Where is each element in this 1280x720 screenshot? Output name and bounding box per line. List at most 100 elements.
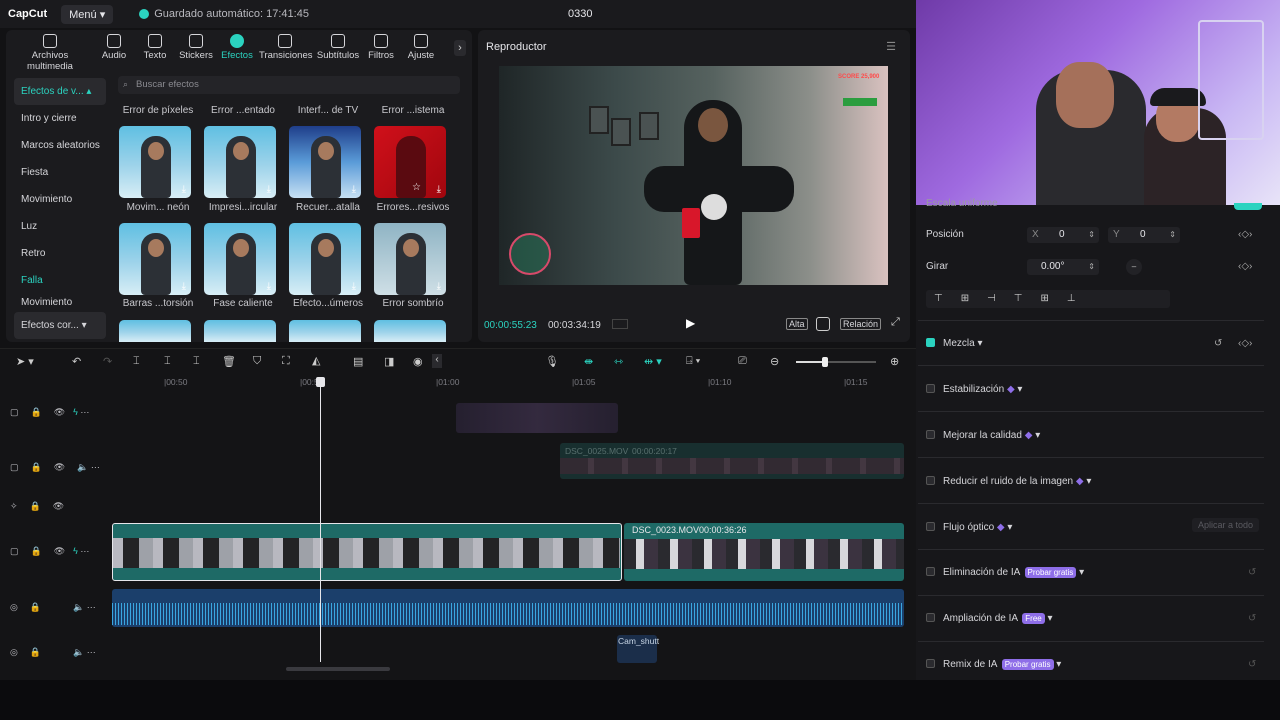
checkbox[interactable] xyxy=(926,476,935,485)
fullscreen-icon[interactable]: ⤢ xyxy=(891,316,900,329)
tab-effects[interactable]: Efectos xyxy=(219,34,255,61)
align-buttons[interactable]: ⊤⊞⊣⊤⊞⊥ xyxy=(926,290,1170,308)
reset-icon[interactable]: ↺ xyxy=(1248,567,1256,578)
magnet-icon[interactable]: ⇿ xyxy=(614,355,623,368)
option-ai-removal[interactable]: Eliminación de IA Probar gratis ▾ xyxy=(926,567,1084,578)
tab-filters[interactable]: Filtros xyxy=(364,34,398,61)
option-enhance[interactable]: Mejorar la calidad ◆ ▾ xyxy=(926,430,1040,441)
effect-thumbnail[interactable]: ☆ ⤓ xyxy=(374,126,446,198)
keyframe-diamond-icon[interactable]: ‹◇› xyxy=(1238,338,1252,349)
zoom-slider-handle[interactable] xyxy=(822,357,828,367)
mirror-icon[interactable]: ◨ xyxy=(384,355,394,368)
download-icon[interactable]: ⤓ xyxy=(267,184,271,195)
ghost-clip[interactable]: DSC_0025.MOV 00:00:20:17 xyxy=(560,443,904,479)
video-clip[interactable]: DSC_0023.MOV 00:00:36:26 xyxy=(624,523,904,581)
download-icon[interactable]: ⤓ xyxy=(267,281,271,292)
tab-stickers[interactable]: Stickers xyxy=(178,34,214,61)
checkbox[interactable] xyxy=(926,338,935,347)
download-icon[interactable]: ⤓ xyxy=(437,184,441,195)
reset-icon[interactable]: ↺ xyxy=(1248,659,1256,670)
microphone-icon[interactable]: 🎙 xyxy=(545,355,559,368)
download-icon[interactable]: ⤓ xyxy=(352,184,356,195)
effect-thumbnail[interactable]: ⤓ xyxy=(374,223,446,295)
effect-thumbnail[interactable] xyxy=(119,320,191,342)
checkbox[interactable] xyxy=(926,430,935,439)
snap-icon[interactable]: ⇹ ▾ xyxy=(644,355,662,368)
reset-icon[interactable]: ↺ xyxy=(1248,613,1256,624)
tab-adjust[interactable]: Ajuste xyxy=(404,34,438,61)
video-clip[interactable] xyxy=(112,523,622,581)
x-field[interactable]: X 0 ⇕ xyxy=(1027,227,1099,243)
track-icons[interactable]: ✧🔒👁 xyxy=(10,501,76,511)
crop-icon[interactable]: ⛶ xyxy=(282,355,290,368)
category-item[interactable]: Movimiento xyxy=(14,186,106,213)
delete-icon[interactable]: 🗑 xyxy=(222,355,236,368)
zoom-fit-icon[interactable] xyxy=(816,317,830,331)
split-left-icon[interactable]: ⌶ xyxy=(164,355,171,368)
y-field[interactable]: Y 0 ⇕ xyxy=(1108,227,1180,243)
zoom-in-icon[interactable]: ⊕ xyxy=(890,355,899,368)
rotate-field[interactable]: 0.00° ⇕ xyxy=(1027,259,1099,275)
category-item[interactable]: Retro xyxy=(14,240,106,267)
split-icon[interactable]: ⌶ xyxy=(133,355,140,368)
option-optical-flow[interactable]: Flujo óptico ◆ ▾ xyxy=(926,522,1012,533)
audio-clip[interactable]: Cam_shutt xyxy=(617,635,659,663)
effect-thumbnail[interactable]: ⤓ xyxy=(119,223,191,295)
checkbox[interactable] xyxy=(926,384,935,393)
zoom-out-icon[interactable]: ⊖ xyxy=(770,355,779,368)
undo-icon[interactable]: ↶ xyxy=(72,355,81,368)
checkbox[interactable] xyxy=(926,613,935,622)
grid-icon[interactable] xyxy=(612,319,628,329)
tab-media[interactable]: Archivos multimedia xyxy=(10,34,90,72)
volume-icon[interactable]: 🔈 xyxy=(77,462,88,472)
audio-clip[interactable] xyxy=(112,589,904,627)
collapse-icon[interactable]: ‹ xyxy=(432,354,442,368)
video-preview[interactable]: SCORE 25,900 xyxy=(499,66,888,285)
checkbox[interactable] xyxy=(926,522,935,531)
more-icon[interactable]: ⋯ xyxy=(87,602,96,612)
track-icons[interactable]: ◎🔒 xyxy=(10,602,53,612)
tab-audio[interactable]: Audio xyxy=(96,34,132,61)
playhead[interactable] xyxy=(320,377,321,662)
person-icon[interactable]: ◉ xyxy=(413,355,423,368)
download-icon[interactable]: ⤓ xyxy=(352,281,356,292)
menu-icon[interactable]: ☰ xyxy=(886,40,896,53)
keyframe-diamond-icon[interactable]: ‹◇› xyxy=(1238,261,1252,272)
rotate-dial-icon[interactable]: – xyxy=(1126,259,1142,275)
play-icon[interactable]: ▶ xyxy=(686,316,695,330)
track-icons[interactable]: ▢🔒👁 xyxy=(10,407,77,417)
stepper-icon[interactable]: ⇕ xyxy=(1169,227,1176,243)
category-item[interactable]: Falla xyxy=(14,267,106,294)
quality-button[interactable]: Alta xyxy=(786,318,808,330)
more-icon[interactable]: ⋯ xyxy=(80,546,89,556)
checkbox[interactable] xyxy=(926,567,935,576)
checkbox[interactable] xyxy=(926,659,935,668)
select-pointer-icon[interactable]: ➤ ▾ xyxy=(16,355,34,368)
stepper-icon[interactable]: ⇕ xyxy=(1088,259,1095,275)
star-icon[interactable]: ☆ xyxy=(412,182,421,193)
more-icon[interactable]: ⋯ xyxy=(91,462,100,472)
option-blend[interactable]: Mezcla ▾ xyxy=(926,338,983,349)
more-icon[interactable]: ⋯ xyxy=(80,407,89,417)
shield-icon[interactable]: ⛉ xyxy=(253,355,261,368)
effect-thumbnail[interactable]: ⤓ xyxy=(289,126,361,198)
tab-subtitles[interactable]: Subtítulos xyxy=(316,34,360,61)
preview-axis-icon[interactable]: ⍈ ▾ xyxy=(686,355,700,368)
category-item[interactable]: Fiesta xyxy=(14,159,106,186)
link-clips-icon[interactable]: ⇼ xyxy=(584,355,593,368)
effect-thumbnail[interactable] xyxy=(204,320,276,342)
ratio-button[interactable]: Relación xyxy=(840,318,882,330)
category-header[interactable]: Efectos de v... ▴ xyxy=(14,78,106,105)
effect-thumbnail[interactable]: ⤓ xyxy=(289,223,361,295)
scale-toggle[interactable] xyxy=(1234,203,1262,210)
track-icons[interactable]: ◎🔒 xyxy=(10,647,53,657)
category-item[interactable]: Movimiento xyxy=(14,294,106,312)
effect-thumbnail[interactable] xyxy=(374,320,446,342)
download-icon[interactable]: ⤓ xyxy=(437,281,441,292)
download-icon[interactable]: ⤓ xyxy=(182,281,186,292)
keyframe-diamond-icon[interactable]: ‹◇› xyxy=(1238,229,1252,240)
download-icon[interactable]: ⤓ xyxy=(182,184,186,195)
option-stabilization[interactable]: Estabilización ◆ ▾ xyxy=(926,384,1022,395)
zoom-slider[interactable] xyxy=(796,357,876,367)
effect-thumbnail[interactable] xyxy=(289,320,361,342)
